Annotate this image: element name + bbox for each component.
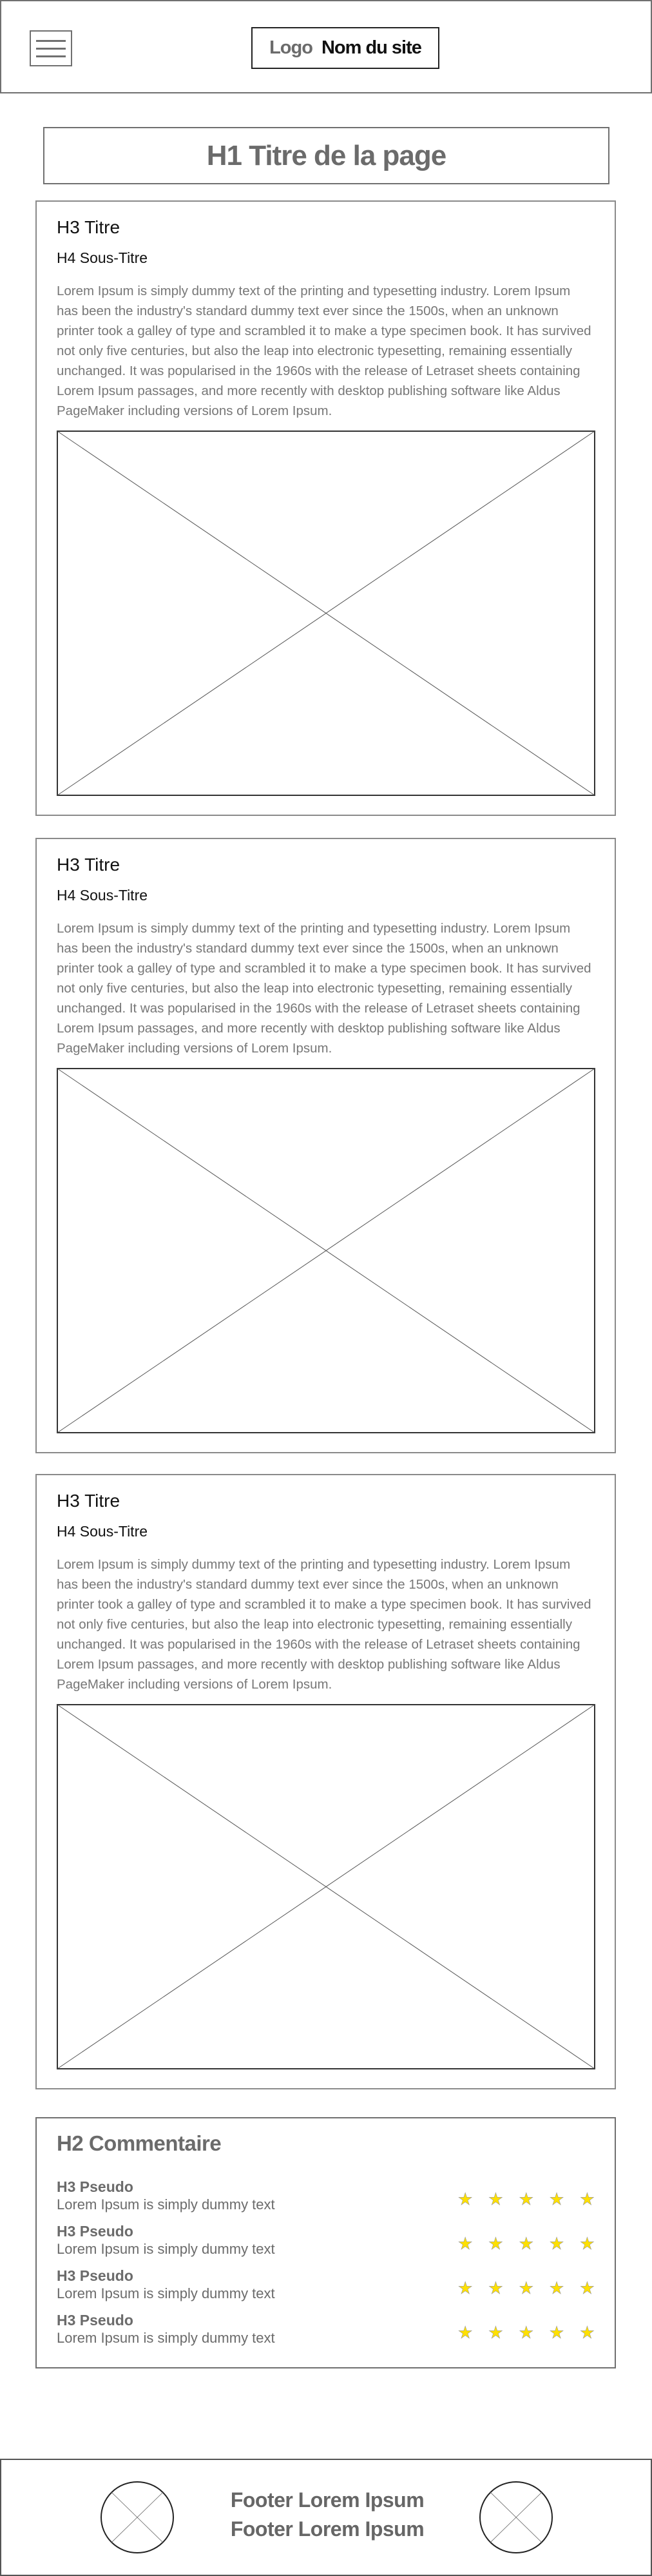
star-rating[interactable]: ★ ★ ★ ★ ★ xyxy=(457,2278,595,2298)
card-title: H3 Titre xyxy=(57,1491,120,1511)
star-icon[interactable]: ★ xyxy=(579,2323,595,2343)
image-placeholder-icon xyxy=(57,1704,595,2069)
footer-image-placeholder-icon[interactable] xyxy=(100,2481,175,2554)
site-name: Nom du site xyxy=(321,37,422,58)
page-title: H1 Titre de la page xyxy=(43,127,609,184)
card-title: H3 Titre xyxy=(57,217,120,237)
star-icon[interactable]: ★ xyxy=(579,2234,595,2254)
star-icon[interactable]: ★ xyxy=(457,2234,473,2254)
star-rating[interactable]: ★ ★ ★ ★ ★ xyxy=(457,2234,595,2254)
footer-text: Footer Lorem Ipsum Footer Lorem Ipsum xyxy=(195,2486,460,2544)
logo: Logo xyxy=(269,37,313,58)
star-icon[interactable]: ★ xyxy=(519,2323,534,2343)
card-subtitle: H4 Sous-Titre xyxy=(57,1523,148,1540)
card-subtitle: H4 Sous-Titre xyxy=(57,887,148,904)
star-icon[interactable]: ★ xyxy=(579,2278,595,2298)
comments-section: H2 Commentaire H3 Pseudo Lorem Ipsum is … xyxy=(35,2117,616,2368)
footer-line-1: Footer Lorem Ipsum xyxy=(230,2488,425,2512)
card-body: Lorem Ipsum is simply dummy text of the … xyxy=(57,921,591,1056)
star-icon[interactable]: ★ xyxy=(579,2189,595,2209)
site-footer: Footer Lorem Ipsum Footer Lorem Ipsum xyxy=(0,2459,652,2576)
site-header: Logo Nom du site xyxy=(0,0,652,93)
star-icon[interactable]: ★ xyxy=(549,2323,564,2343)
star-icon[interactable]: ★ xyxy=(549,2234,564,2254)
comment-item: H3 Pseudo Lorem Ipsum is simply dummy te… xyxy=(57,2178,595,2222)
image-placeholder-icon xyxy=(57,1068,595,1433)
star-icon[interactable]: ★ xyxy=(519,2278,534,2298)
content-card: H3 Titre H4 Sous-Titre Lorem Ipsum is si… xyxy=(35,1474,616,2089)
card-title: H3 Titre xyxy=(57,855,120,875)
star-icon[interactable]: ★ xyxy=(457,2278,473,2298)
menu-bar xyxy=(36,47,66,50)
card-body: Lorem Ipsum is simply dummy text of the … xyxy=(57,1557,591,1692)
content-card: H3 Titre H4 Sous-Titre Lorem Ipsum is si… xyxy=(35,200,616,816)
star-icon[interactable]: ★ xyxy=(488,2323,503,2343)
comment-item: H3 Pseudo Lorem Ipsum is simply dummy te… xyxy=(57,2311,595,2356)
logo-link[interactable]: Logo Nom du site xyxy=(251,27,439,69)
star-icon[interactable]: ★ xyxy=(549,2278,564,2298)
star-icon[interactable]: ★ xyxy=(519,2234,534,2254)
menu-bar xyxy=(36,39,66,42)
star-icon[interactable]: ★ xyxy=(488,2234,503,2254)
image-placeholder-icon xyxy=(57,431,595,796)
menu-bar xyxy=(36,55,66,57)
star-icon[interactable]: ★ xyxy=(519,2189,534,2209)
star-icon[interactable]: ★ xyxy=(457,2189,473,2209)
star-icon[interactable]: ★ xyxy=(549,2189,564,2209)
star-rating[interactable]: ★ ★ ★ ★ ★ xyxy=(457,2323,595,2343)
card-subtitle: H4 Sous-Titre xyxy=(57,249,148,266)
content-card: H3 Titre H4 Sous-Titre Lorem Ipsum is si… xyxy=(35,838,616,1453)
star-icon[interactable]: ★ xyxy=(457,2323,473,2343)
card-body: Lorem Ipsum is simply dummy text of the … xyxy=(57,284,591,418)
hamburger-menu-button[interactable] xyxy=(30,30,72,66)
comment-item: H3 Pseudo Lorem Ipsum is simply dummy te… xyxy=(57,2222,595,2267)
star-icon[interactable]: ★ xyxy=(488,2189,503,2209)
star-icon[interactable]: ★ xyxy=(488,2278,503,2298)
footer-line-2: Footer Lorem Ipsum xyxy=(230,2517,425,2541)
comments-title: H2 Commentaire xyxy=(57,2131,222,2155)
footer-image-placeholder-icon[interactable] xyxy=(479,2481,553,2554)
comment-item: H3 Pseudo Lorem Ipsum is simply dummy te… xyxy=(57,2267,595,2311)
star-rating[interactable]: ★ ★ ★ ★ ★ xyxy=(457,2189,595,2209)
